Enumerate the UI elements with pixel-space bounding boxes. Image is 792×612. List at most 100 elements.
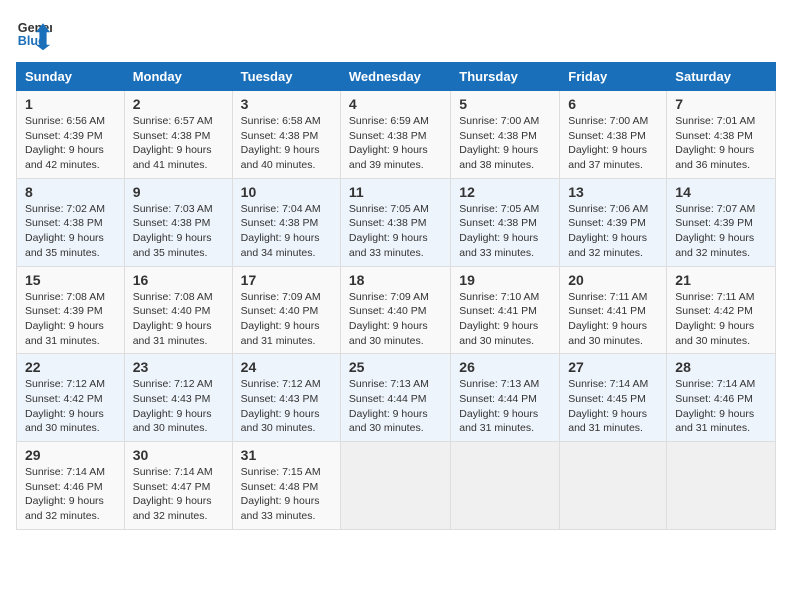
calendar-cell: 11 Sunrise: 7:05 AMSunset: 4:38 PMDayligh…	[340, 178, 450, 266]
day-detail: Sunrise: 7:12 AMSunset: 4:43 PMDaylight:…	[133, 377, 224, 436]
day-detail: Sunrise: 6:59 AMSunset: 4:38 PMDaylight:…	[349, 114, 442, 173]
calendar-cell: 10Sunrise: 7:04 AMSunset: 4:38 PMDayligh…	[232, 178, 340, 266]
calendar-cell: 1 Sunrise: 6:56 AMSunset: 4:39 PMDaylight…	[17, 91, 125, 179]
day-detail: Sunrise: 7:14 AMSunset: 4:45 PMDaylight:…	[568, 377, 658, 436]
calendar-cell: 19Sunrise: 7:10 AMSunset: 4:41 PMDayligh…	[451, 266, 560, 354]
day-number: 19	[459, 272, 551, 288]
day-detail: Sunrise: 7:08 AMSunset: 4:39 PMDaylight:…	[25, 290, 116, 349]
calendar-cell: 17 Sunrise: 7:09 AMSunset: 4:40 PMDayligh…	[232, 266, 340, 354]
day-detail: Sunrise: 7:15 AMSunset: 4:48 PMDaylight:…	[241, 465, 332, 524]
day-detail: Sunrise: 7:05 AMSunset: 4:38 PMDaylight:…	[459, 202, 551, 261]
day-detail: Sunrise: 7:11 AMSunset: 4:41 PMDaylight:…	[568, 290, 658, 349]
day-number: 4	[349, 96, 442, 112]
calendar-cell: 9Sunrise: 7:03 AMSunset: 4:38 PMDaylight…	[124, 178, 232, 266]
calendar-cell: 27 Sunrise: 7:14 AMSunset: 4:45 PMDayligh…	[560, 354, 667, 442]
day-detail: Sunrise: 7:09 AMSunset: 4:40 PMDaylight:…	[349, 290, 442, 349]
day-number: 6	[568, 96, 658, 112]
week-row-1: 1 Sunrise: 6:56 AMSunset: 4:39 PMDaylight…	[17, 91, 776, 179]
day-number: 21	[675, 272, 767, 288]
calendar-cell: 6 Sunrise: 7:00 AMSunset: 4:38 PMDaylight…	[560, 91, 667, 179]
day-number: 23	[133, 359, 224, 375]
calendar-cell: 4 Sunrise: 6:59 AMSunset: 4:38 PMDaylight…	[340, 91, 450, 179]
day-detail: Sunrise: 7:14 AMSunset: 4:46 PMDaylight:…	[675, 377, 767, 436]
calendar-cell: 25 Sunrise: 7:13 AMSunset: 4:44 PMDayligh…	[340, 354, 450, 442]
col-header-thursday: Thursday	[451, 63, 560, 91]
day-number: 15	[25, 272, 116, 288]
calendar-cell: 5 Sunrise: 7:00 AMSunset: 4:38 PMDaylight…	[451, 91, 560, 179]
calendar-cell: 18 Sunrise: 7:09 AMSunset: 4:40 PMDayligh…	[340, 266, 450, 354]
day-detail: Sunrise: 7:08 AMSunset: 4:40 PMDaylight:…	[133, 290, 224, 349]
calendar-cell: 15 Sunrise: 7:08 AMSunset: 4:39 PMDayligh…	[17, 266, 125, 354]
day-detail: Sunrise: 7:13 AMSunset: 4:44 PMDaylight:…	[459, 377, 551, 436]
day-detail: Sunrise: 7:01 AMSunset: 4:38 PMDaylight:…	[675, 114, 767, 173]
day-number: 25	[349, 359, 442, 375]
calendar-cell: 23 Sunrise: 7:12 AMSunset: 4:43 PMDayligh…	[124, 354, 232, 442]
day-number: 24	[241, 359, 332, 375]
calendar-cell: 7 Sunrise: 7:01 AMSunset: 4:38 PMDaylight…	[667, 91, 776, 179]
day-detail: Sunrise: 7:03 AMSunset: 4:38 PMDaylight:…	[133, 202, 224, 261]
week-row-2: 8 Sunrise: 7:02 AMSunset: 4:38 PMDaylight…	[17, 178, 776, 266]
day-number: 8	[25, 184, 116, 200]
calendar-cell: 20 Sunrise: 7:11 AMSunset: 4:41 PMDayligh…	[560, 266, 667, 354]
day-detail: Sunrise: 7:14 AMSunset: 4:46 PMDaylight:…	[25, 465, 116, 524]
day-detail: Sunrise: 7:09 AMSunset: 4:40 PMDaylight:…	[241, 290, 332, 349]
col-header-friday: Friday	[560, 63, 667, 91]
page-header: General Blue	[16, 16, 776, 52]
calendar-table: SundayMondayTuesdayWednesdayThursdayFrid…	[16, 62, 776, 530]
day-detail: Sunrise: 7:02 AMSunset: 4:38 PMDaylight:…	[25, 202, 116, 261]
calendar-cell	[667, 442, 776, 530]
col-header-tuesday: Tuesday	[232, 63, 340, 91]
day-number: 22	[25, 359, 116, 375]
day-detail: Sunrise: 7:12 AMSunset: 4:42 PMDaylight:…	[25, 377, 116, 436]
calendar-cell	[451, 442, 560, 530]
col-header-monday: Monday	[124, 63, 232, 91]
day-number: 5	[459, 96, 551, 112]
logo-icon: General Blue	[16, 16, 52, 52]
calendar-cell: 24 Sunrise: 7:12 AMSunset: 4:43 PMDayligh…	[232, 354, 340, 442]
day-number: 16	[133, 272, 224, 288]
day-number: 13	[568, 184, 658, 200]
day-number: 11	[349, 184, 442, 200]
day-number: 3	[241, 96, 332, 112]
week-row-4: 22 Sunrise: 7:12 AMSunset: 4:42 PMDayligh…	[17, 354, 776, 442]
calendar-cell: 29 Sunrise: 7:14 AMSunset: 4:46 PMDayligh…	[17, 442, 125, 530]
day-number: 12	[459, 184, 551, 200]
col-header-sunday: Sunday	[17, 63, 125, 91]
day-detail: Sunrise: 6:57 AMSunset: 4:38 PMDaylight:…	[133, 114, 224, 173]
day-detail: Sunrise: 7:00 AMSunset: 4:38 PMDaylight:…	[568, 114, 658, 173]
calendar-cell: 14 Sunrise: 7:07 AMSunset: 4:39 PMDayligh…	[667, 178, 776, 266]
day-detail: Sunrise: 7:14 AMSunset: 4:47 PMDaylight:…	[133, 465, 224, 524]
day-number: 7	[675, 96, 767, 112]
day-number: 14	[675, 184, 767, 200]
calendar-cell: 16 Sunrise: 7:08 AMSunset: 4:40 PMDayligh…	[124, 266, 232, 354]
day-detail: Sunrise: 7:00 AMSunset: 4:38 PMDaylight:…	[459, 114, 551, 173]
calendar-cell: 22 Sunrise: 7:12 AMSunset: 4:42 PMDayligh…	[17, 354, 125, 442]
calendar-cell: 13Sunrise: 7:06 AMSunset: 4:39 PMDayligh…	[560, 178, 667, 266]
day-number: 27	[568, 359, 658, 375]
day-number: 29	[25, 447, 116, 463]
calendar-cell: 21 Sunrise: 7:11 AMSunset: 4:42 PMDayligh…	[667, 266, 776, 354]
week-row-3: 15 Sunrise: 7:08 AMSunset: 4:39 PMDayligh…	[17, 266, 776, 354]
day-detail: Sunrise: 7:12 AMSunset: 4:43 PMDaylight:…	[241, 377, 332, 436]
day-number: 18	[349, 272, 442, 288]
day-detail: Sunrise: 7:05 AMSunset: 4:38 PMDaylight:…	[349, 202, 442, 261]
col-header-saturday: Saturday	[667, 63, 776, 91]
day-number: 17	[241, 272, 332, 288]
calendar-cell: 3Sunrise: 6:58 AMSunset: 4:38 PMDaylight…	[232, 91, 340, 179]
calendar-cell: 12 Sunrise: 7:05 AMSunset: 4:38 PMDayligh…	[451, 178, 560, 266]
day-detail: Sunrise: 6:56 AMSunset: 4:39 PMDaylight:…	[25, 114, 116, 173]
day-number: 1	[25, 96, 116, 112]
day-number: 31	[241, 447, 332, 463]
day-number: 30	[133, 447, 224, 463]
day-number: 20	[568, 272, 658, 288]
logo: General Blue	[16, 16, 52, 52]
day-detail: Sunrise: 7:13 AMSunset: 4:44 PMDaylight:…	[349, 377, 442, 436]
calendar-cell: 8 Sunrise: 7:02 AMSunset: 4:38 PMDaylight…	[17, 178, 125, 266]
day-detail: Sunrise: 7:07 AMSunset: 4:39 PMDaylight:…	[675, 202, 767, 261]
day-number: 26	[459, 359, 551, 375]
calendar-cell: 28Sunrise: 7:14 AMSunset: 4:46 PMDayligh…	[667, 354, 776, 442]
calendar-cell: 2Sunrise: 6:57 AMSunset: 4:38 PMDaylight…	[124, 91, 232, 179]
calendar-cell	[340, 442, 450, 530]
day-number: 10	[241, 184, 332, 200]
day-detail: Sunrise: 7:11 AMSunset: 4:42 PMDaylight:…	[675, 290, 767, 349]
